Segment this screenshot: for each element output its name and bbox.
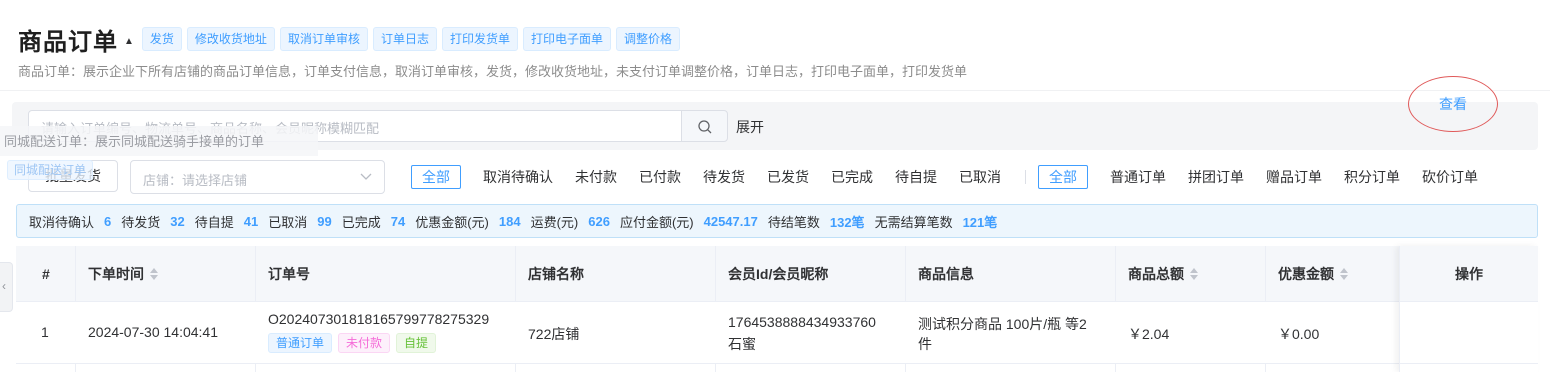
stat-label: 取消待确认 (29, 214, 95, 230)
table-header: # 下单时间 订单号 店铺名称 会员Id/会员昵称 商品信息 商品总额 优惠金额 (16, 246, 1538, 302)
order-number[interactable]: O202407301818165799778275329 (268, 311, 489, 327)
stat-value: 184 (498, 213, 521, 229)
status-tab-paid[interactable]: 已付款 (639, 167, 681, 187)
stat-value: 132笔 (829, 214, 865, 230)
store-select[interactable]: 店铺：请选择店铺 (130, 160, 385, 194)
col-header-action: 操作 (1400, 246, 1538, 302)
view-button[interactable]: 查看 (1408, 76, 1498, 132)
tooltip-tag: 同城配送订单 (7, 160, 94, 180)
orders-table: # 下单时间 订单号 店铺名称 会员Id/会员昵称 商品信息 商品总额 优惠金额… (16, 246, 1538, 372)
row-index: 1 (41, 324, 49, 340)
chevron-left-icon: ‹ (2, 279, 6, 293)
col-header-order-no: 订单号 (268, 266, 310, 282)
type-tab-points[interactable]: 积分订单 (1344, 167, 1400, 187)
expand-link[interactable]: 展开 (736, 117, 764, 137)
order-tags: 普通订单 未付款 自提 (268, 333, 442, 353)
store-select-placeholder: 店铺：请选择店铺 (143, 173, 248, 188)
stat-label: 无需结算笔数 (874, 214, 953, 230)
chevron-down-icon (360, 173, 372, 180)
stat-value: 121笔 (962, 214, 998, 230)
member-id: 1764538888434933760 (728, 314, 876, 330)
col-header-discount[interactable]: 优惠金额 (1278, 246, 1348, 302)
order-log-button[interactable]: 订单日志 (372, 27, 437, 51)
store-name: 722店铺 (528, 326, 580, 342)
stat-label: 应付金额(元) (619, 214, 694, 230)
type-tab-normal[interactable]: 普通订单 (1110, 167, 1166, 187)
status-tab-shipped[interactable]: 已发货 (767, 167, 809, 187)
stat-value: 41 (243, 213, 259, 229)
sidebar-collapse-tab[interactable]: ‹ (0, 262, 13, 312)
pay-status-tag: 未付款 (338, 333, 391, 353)
col-header-total[interactable]: 商品总额 (1128, 246, 1198, 302)
status-tab-unpaid[interactable]: 未付款 (575, 167, 617, 187)
page-header: 商品订单 ▲ 发货 修改收货地址 取消订单审核 订单日志 打印发货单 打印电子面… (18, 22, 685, 56)
col-header-time-label: 下单时间 (88, 266, 144, 282)
status-tab-all[interactable]: 全部 (411, 165, 461, 189)
col-header-discount-label: 优惠金额 (1278, 266, 1334, 282)
stat-label: 待发货 (121, 214, 161, 230)
type-tab-all[interactable]: 全部 (1038, 165, 1088, 189)
col-header-member: 会员Id/会员昵称 (728, 266, 829, 282)
col-header-total-label: 商品总额 (1128, 266, 1184, 282)
stat-label: 待自提 (194, 214, 234, 230)
print-invoice-button[interactable]: 打印发货单 (441, 27, 518, 51)
stat-value: 32 (170, 213, 185, 229)
order-type-tag: 普通订单 (268, 333, 333, 353)
stat-value: 42547.17 (703, 213, 758, 229)
print-waybill-button[interactable]: 打印电子面单 (522, 27, 611, 51)
type-tab-gift[interactable]: 赠品订单 (1266, 167, 1322, 187)
goods-info-cont: 件 (918, 336, 932, 352)
cancel-review-button[interactable]: 取消订单审核 (279, 27, 368, 51)
stat-value: 99 (317, 213, 332, 229)
sort-icon[interactable] (150, 268, 158, 281)
status-tabs: 全部 取消待确认 未付款 已付款 待发货 已发货 已完成 待自提 已取消 (411, 165, 1023, 189)
col-header-goods: 商品信息 (918, 266, 974, 282)
goods-total: ￥2.04 (1128, 326, 1170, 342)
edit-address-button[interactable]: 修改收货地址 (186, 27, 275, 51)
search-button[interactable] (681, 110, 728, 142)
delivery-tag: 自提 (396, 333, 437, 353)
stat-value: 626 (588, 213, 610, 229)
sort-icon[interactable] (1190, 268, 1198, 281)
status-tab-to-ship[interactable]: 待发货 (703, 167, 745, 187)
type-tabs: 全部 普通订单 拼团订单 赠品订单 积分订单 砍价订单 (1038, 165, 1500, 189)
col-header-store: 店铺名称 (528, 266, 584, 282)
stat-value: 74 (390, 213, 406, 229)
status-tab-pickup[interactable]: 待自提 (895, 167, 937, 187)
goods-info: 测试积分商品 100片/瓶 等2 (918, 316, 1087, 332)
page-title: 商品订单 (18, 28, 118, 56)
status-tab-completed[interactable]: 已完成 (831, 167, 873, 187)
col-header-index: # (42, 266, 50, 282)
stat-label: 已取消 (268, 214, 308, 230)
stat-label: 优惠金额(元) (415, 214, 489, 230)
stat-label: 待结笔数 (767, 214, 820, 230)
type-tab-bargain[interactable]: 砍价订单 (1422, 167, 1478, 187)
header-divider (0, 90, 1550, 91)
page-description: 商品订单：展示企业下所有店铺的商品订单信息，订单支付信息，取消订单审核，发货，修… (18, 64, 968, 79)
col-header-time[interactable]: 下单时间 (88, 246, 158, 302)
search-icon (698, 120, 712, 134)
discount-amount: ￥0.00 (1278, 326, 1320, 342)
stat-value: 6 (104, 213, 112, 229)
stats-bar: 取消待确认 6 待发货 32 待自提 41 已取消 99 已完成 74 优惠金额(元) 18… (16, 204, 1538, 238)
ship-button[interactable]: 发货 (141, 27, 182, 51)
action-column: 操作 (1399, 246, 1538, 372)
tabs-divider (1025, 170, 1026, 184)
member-nickname: 石蜜 (728, 336, 756, 352)
stat-label: 已完成 (341, 214, 381, 230)
collapse-caret-icon[interactable]: ▲ (124, 36, 134, 47)
type-tab-group[interactable]: 拼团订单 (1188, 167, 1244, 187)
tooltip-text: 同城配送订单：展示同城配送骑手接单的订单 (4, 134, 265, 149)
order-time: 2024-07-30 14:04:41 (88, 324, 218, 340)
adjust-price-button[interactable]: 调整价格 (616, 27, 681, 51)
table-row[interactable]: 1 2024-07-30 14:04:41 O20240730181816579… (16, 302, 1538, 364)
sort-icon[interactable] (1340, 268, 1348, 281)
stat-label: 运费(元) (530, 214, 579, 230)
status-tab-cancelled[interactable]: 已取消 (959, 167, 1001, 187)
status-tab-cancel-pending[interactable]: 取消待确认 (483, 167, 553, 187)
